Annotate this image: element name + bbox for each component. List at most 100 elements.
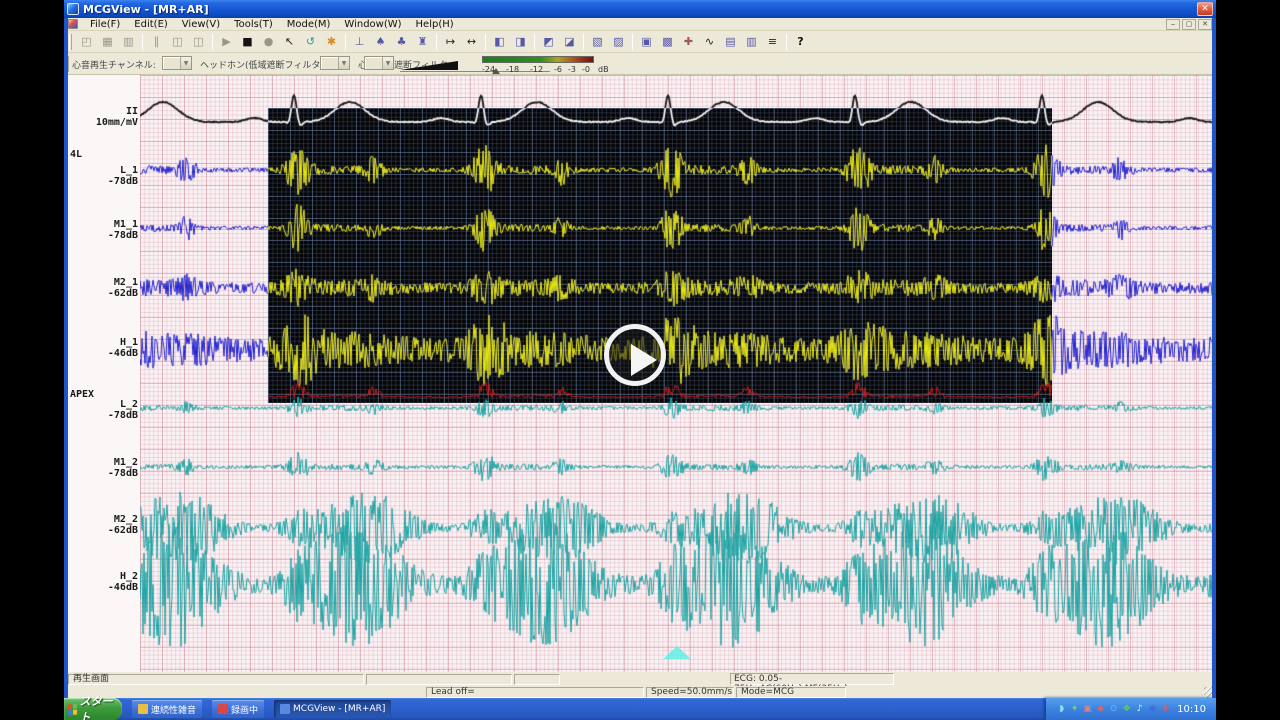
time-marker-icon (663, 646, 691, 659)
child-restore-button[interactable]: ▢ (1182, 19, 1196, 30)
list-button[interactable]: ≡ (762, 33, 783, 51)
channel-label-l_2: L_2 (120, 399, 138, 410)
db-tick-label: -0 (582, 65, 590, 74)
taskbar-task[interactable]: 録画中 (212, 700, 264, 718)
view-rows-button[interactable]: ▤ (720, 33, 741, 51)
menu-item-view[interactable]: View(V) (175, 18, 227, 31)
tray-icon[interactable]: ❖ (1121, 704, 1132, 715)
taskbar-clock: 10:10 (1173, 704, 1210, 715)
status-panel (366, 674, 512, 685)
volume-wedge-icon (400, 61, 458, 70)
toolbar-separator (142, 34, 143, 50)
annotate-button[interactable]: ✚ (678, 33, 699, 51)
channel-label--46db: -46dB (108, 582, 138, 593)
toolbar-separator (786, 34, 787, 50)
main-status-bar: Lead off= Speed=50.0mm/s Mode=MCG (64, 686, 1216, 698)
menu-item-window[interactable]: Window(W) (337, 18, 408, 31)
task-icon (138, 704, 148, 714)
tray-icon[interactable]: ⊙ (1108, 704, 1119, 715)
child-close-button[interactable]: ✕ (1198, 19, 1212, 30)
multi-page-button[interactable]: ◫ (188, 33, 209, 51)
channel-label-m2_1: M2_1 (114, 277, 138, 288)
save-button[interactable]: ▦ (97, 33, 118, 51)
channel-label-ii: II (126, 106, 138, 117)
db-gradient-bar (482, 56, 594, 63)
play-button[interactable]: ▶ (216, 33, 237, 51)
highcut-filter-select[interactable]: ▼ (364, 56, 394, 70)
tray-icon[interactable]: ✦ (1069, 704, 1080, 715)
pointer-button[interactable]: ↖ (279, 33, 300, 51)
db-tick-label: dB (598, 65, 609, 74)
tray-icon[interactable]: ◆ (1095, 704, 1106, 715)
menu-item-tools[interactable]: Tools(T) (227, 18, 280, 31)
menu-bar: File(F)Edit(E)View(V)Tools(T)Mode(M)Wind… (64, 18, 1216, 31)
menu-item-mode[interactable]: Mode(M) (280, 18, 338, 31)
speed-status: Speed=50.0mm/s (646, 687, 734, 698)
menu-item-help[interactable]: Help(H) (409, 18, 461, 31)
context-help-button[interactable]: ? (790, 33, 811, 51)
channel-label-m2_2: M2_2 (114, 514, 138, 525)
headphone-filter-label: ヘッドホン(低域遮断フィルタ: (200, 58, 323, 71)
scale-1-button[interactable]: ◧ (489, 33, 510, 51)
phono-channel-select[interactable]: ▼ (162, 56, 192, 70)
two-page-button[interactable]: ◫ (167, 33, 188, 51)
tray-icon[interactable]: ✚ (1160, 704, 1171, 715)
channel-label-m1_2: M1_2 (114, 457, 138, 468)
view-grid-button[interactable]: ▥ (741, 33, 762, 51)
taskbar-task[interactable]: MCGView - [MR+AR] (274, 700, 391, 718)
start-button-label: スタート (80, 693, 114, 720)
taskbar-task[interactable]: 連続性雑音 (132, 700, 202, 718)
filter-1-button[interactable]: ▣ (636, 33, 657, 51)
open-button[interactable]: ◰ (76, 33, 97, 51)
window-1-button[interactable]: ◩ (538, 33, 559, 51)
child-minimize-button[interactable]: ‒ (1166, 19, 1180, 30)
app-window: MCGView - [MR+AR] ✕ File(F)Edit(E)View(V… (64, 0, 1216, 720)
channel-tool-4-button[interactable]: ♜ (412, 33, 433, 51)
toolbar-grip[interactable] (69, 34, 72, 50)
layout-columns-button[interactable]: ∥ (146, 33, 167, 51)
main-toolbar: ◰▦▥∥◫◫▶■●↖↺✱⊥♠♣♜↦↔◧◨◩◪▧▨▣▩✚∿▤▥≡? (64, 31, 1216, 53)
db-tick-label: -3 (568, 65, 576, 74)
tray-icon[interactable]: ▣ (1082, 704, 1093, 715)
video-play-button[interactable] (604, 324, 666, 386)
channel-tool-1-button[interactable]: ⊥ (349, 33, 370, 51)
waveform-button[interactable]: ∿ (699, 33, 720, 51)
channel-tool-2-button[interactable]: ♠ (370, 33, 391, 51)
window-2-button[interactable]: ◪ (559, 33, 580, 51)
tray-icon[interactable]: ◗ (1056, 704, 1067, 715)
channel-label--78db: -78dB (108, 468, 138, 479)
chevron-down-icon: ▼ (338, 57, 349, 69)
tray-icon[interactable]: ♪ (1134, 704, 1145, 715)
db-tick-label: -6 (554, 65, 562, 74)
print-button[interactable]: ▥ (118, 33, 139, 51)
headphone-filter-select[interactable]: ▼ (320, 56, 350, 70)
task-icon (280, 704, 290, 714)
stop-button[interactable]: ■ (237, 33, 258, 51)
mdi-child-icon (68, 19, 78, 29)
go-start-button[interactable]: ↦ (440, 33, 461, 51)
close-button[interactable]: ✕ (1197, 2, 1213, 16)
channel-label-m1_1: M1_1 (114, 219, 138, 230)
start-button[interactable]: スタート (64, 698, 122, 720)
window-border-right (1212, 18, 1216, 698)
undo-button[interactable]: ↺ (300, 33, 321, 51)
grid-2-button[interactable]: ▨ (608, 33, 629, 51)
db-level-meter: -24-18-12-6-3-0dB (482, 55, 616, 73)
record-button[interactable]: ● (258, 33, 279, 51)
toolbar-separator (632, 34, 633, 50)
channel-tool-3-button[interactable]: ♣ (391, 33, 412, 51)
tray-icon[interactable]: ◉ (1147, 704, 1158, 715)
channel-label-gutter: II10mm/mV4LL_1-78dBM1_1-78dBM2_1-62dBH_1… (68, 75, 140, 672)
marker-button[interactable]: ✱ (321, 33, 342, 51)
filter-2-button[interactable]: ▩ (657, 33, 678, 51)
waveform-canvas (140, 75, 1212, 672)
db-tick-label: -12 (530, 65, 543, 74)
fit-width-button[interactable]: ↔ (461, 33, 482, 51)
channel-label--46db: -46dB (108, 348, 138, 359)
menu-item-edit[interactable]: Edit(E) (127, 18, 175, 31)
scale-2-button[interactable]: ◨ (510, 33, 531, 51)
waveform-client-area: II10mm/mV4LL_1-78dBM1_1-78dBM2_1-62dBH_1… (68, 75, 1212, 672)
grid-1-button[interactable]: ▧ (587, 33, 608, 51)
menu-item-file[interactable]: File(F) (83, 18, 127, 31)
channel-label-l_1: L_1 (120, 165, 138, 176)
